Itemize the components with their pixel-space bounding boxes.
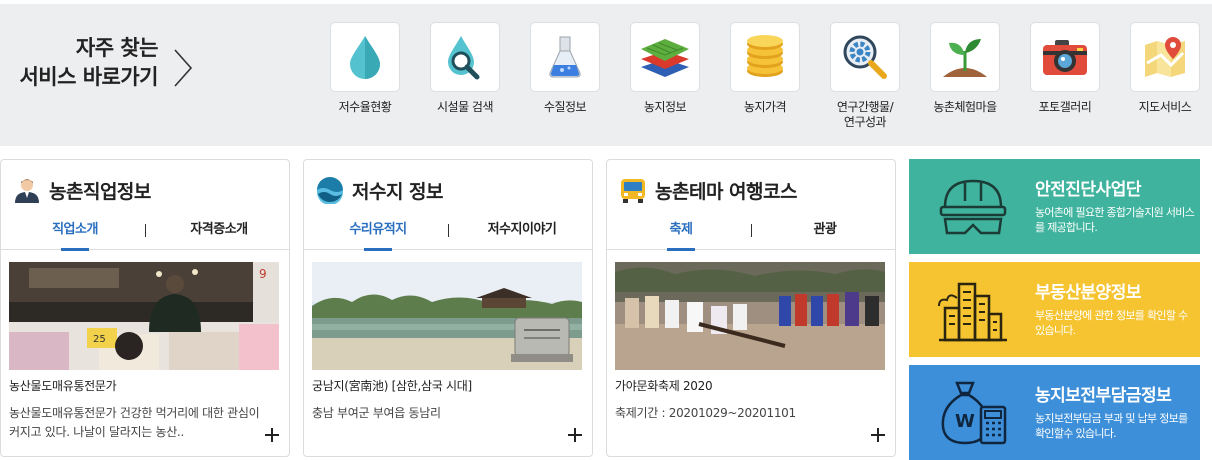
quick-item-photo-gallery[interactable]: 포토갤러리 [1015,22,1115,115]
layers-icon [630,22,700,92]
water-drop-icon [330,22,400,92]
festival-photo[interactable] [615,262,885,370]
bus-icon [621,179,645,203]
tab-job-intro[interactable]: 직업소개 [5,218,145,251]
banner-description: 부동산분양에 관한 정보를 확인할 수 있습니다. [1035,309,1188,337]
job-photo[interactable]: 9 25 [9,262,279,370]
safety-helmet-icon [939,179,1007,235]
quick-menu-title: 자주 찾는 서비스 바로가기 [0,34,158,92]
item-title[interactable]: 농산물도매유통전문가 [9,378,279,394]
quick-menu-band: 자주 찾는 서비스 바로가기 저수율현황 시설물 검색 수질정보 농지정보 농지… [0,4,1212,146]
quick-menu-title-line2: 서비스 바로가기 [19,65,158,89]
banner-real-estate[interactable]: 부동산분양정보 부동산분양에 관한 정보를 확인할 수 있습니다. [909,262,1200,357]
quick-item-map-service[interactable]: 지도서비스 [1115,22,1212,115]
card-title: 농촌직업정보 [49,180,151,203]
tab-reservoir-stories[interactable]: 저수지이야기 [452,218,592,250]
banner-farmland-charge[interactable]: W 농지보전부담금정보 농지보전부담금 부과 및 납부 정보를 확인할수 있습니… [909,365,1200,460]
banner-safety-diagnosis[interactable]: 안전진단사업단 농어촌에 필요한 종합기술지원 서비스를 제공합니다. [909,159,1200,254]
search-drop-icon [430,22,500,92]
item-title[interactable]: 궁남지(宮南池) [삼한,삼국 시대] [312,378,582,394]
tab-divider [448,224,449,237]
tab-hydraulic-heritage[interactable]: 수리유적지 [308,218,448,251]
svg-text:9: 9 [259,267,267,281]
quick-item-facility-search[interactable]: 시설물 검색 [415,22,515,115]
quick-item-label: 농지정보 [643,100,687,114]
buildings-icon [938,282,1007,342]
item-description: 농산물도매유통전문가 건강한 먹거리에 대한 관심이 커지고 있다. 나날이 달… [9,406,260,439]
card-tabs: 축제 관광 [607,218,895,251]
quick-item-farmland-price[interactable]: 농지가격 [715,22,815,115]
banner-title: 안전진단사업단 [1035,180,1141,200]
item-title[interactable]: 가야문화축제 2020 [615,378,885,394]
quick-menu-title-line1: 자주 찾는 [75,36,159,60]
person-icon [15,179,39,203]
banner-description: 농어촌에 필요한 종합기술지원 서비스를 제공합니다. [1035,206,1195,234]
tab-certificate-intro[interactable]: 자격증소개 [149,218,289,250]
banner-description: 농지보전부담금 부과 및 납부 정보를 확인할수 있습니다. [1035,412,1188,440]
card-header: 저수지 정보 [316,174,444,206]
more-plus-icon[interactable] [568,428,582,442]
quick-item-water-quality[interactable]: 수질정보 [515,22,615,115]
svg-text:25: 25 [93,334,106,345]
quick-item-label: 농지가격 [743,100,787,114]
tab-divider [145,224,146,237]
svg-text:W: W [955,411,975,432]
tab-festival[interactable]: 축제 [611,218,751,251]
card-tabs: 직업소개 자격증소개 [1,218,289,251]
card-header: 농촌테마 여행코스 [619,174,797,206]
quick-item-label: 지도서비스 [1138,100,1192,114]
card-reservoir-info: 저수지 정보 수리유적지 저수지이야기 궁남지(宮南池) [삼한,삼국 시대] … [303,159,593,457]
gear-magnifier-icon [830,22,900,92]
quick-item-label: 수질정보 [543,100,587,114]
card-rural-travel: 농촌테마 여행코스 축제 관광 가야문화축제 2020 축제기간 : 20201… [606,159,896,457]
flask-icon [530,22,600,92]
banner-title: 부동산분양정보 [1035,283,1141,303]
item-description: 축제기간 : 20201029~20201101 [615,406,796,420]
card-tabs: 수리유적지 저수지이야기 [304,218,592,251]
money-bag-calculator-icon: W [941,381,1007,445]
quick-item-research-publications[interactable]: 연구간행물/ 연구성과 [815,22,915,130]
quick-item-reservoir-rate[interactable]: 저수율현황 [315,22,415,115]
sprout-icon [930,22,1000,92]
quick-item-label: 연구간행물/ 연구성과 [836,100,894,129]
quick-item-farmland-info[interactable]: 농지정보 [615,22,715,115]
quick-item-label: 시설물 검색 [436,100,494,114]
tab-divider [751,224,752,237]
quick-item-rural-village[interactable]: 농촌체험마을 [915,22,1015,115]
coins-icon [730,22,800,92]
quick-item-label: 농촌체험마을 [933,100,997,114]
more-plus-icon[interactable] [871,428,885,442]
chevron-right-icon [174,49,193,87]
card-title: 농촌테마 여행코스 [655,180,797,203]
card-rural-jobs: 농촌직업정보 직업소개 자격증소개 9 25 농산물도매유통전문가 농산물도매유… [0,159,290,457]
quick-item-label: 저수율현황 [338,100,392,114]
reservoir-icon [317,177,343,204]
banner-title: 농지보전부담금정보 [1035,386,1172,406]
tab-tourism[interactable]: 관광 [755,218,895,250]
quick-item-label: 포토갤러리 [1038,100,1092,114]
item-description: 충남 부여군 부여읍 동남리 [312,406,441,420]
camera-icon [1030,22,1100,92]
more-plus-icon[interactable] [265,428,279,442]
card-header: 농촌직업정보 [13,174,151,206]
reservoir-photo[interactable] [312,262,582,370]
card-title: 저수지 정보 [352,180,444,203]
map-pin-icon [1130,22,1200,92]
